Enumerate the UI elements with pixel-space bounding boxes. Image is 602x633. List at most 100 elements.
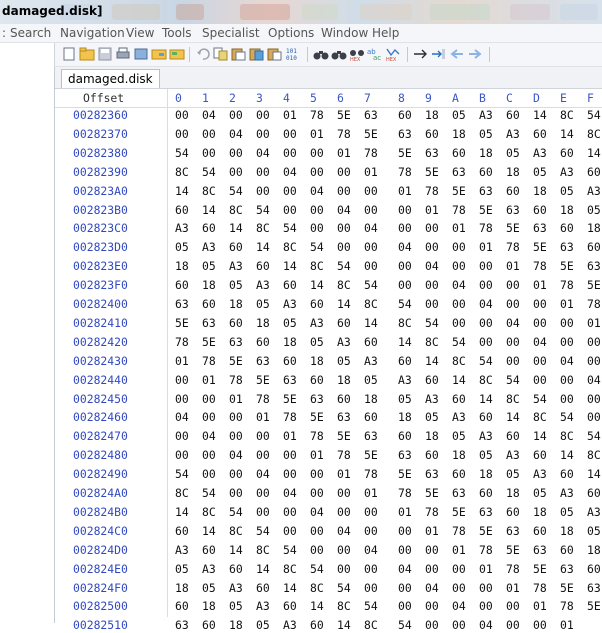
- hex-byte[interactable]: 63: [533, 221, 547, 235]
- hex-byte[interactable]: 78: [256, 392, 270, 406]
- hex-byte[interactable]: 60: [310, 373, 324, 387]
- hex-byte[interactable]: 04: [560, 354, 574, 368]
- hex-byte[interactable]: 00: [283, 524, 297, 538]
- hex-byte[interactable]: 14: [256, 240, 270, 254]
- hex-byte[interactable]: 60: [256, 259, 270, 273]
- hex-byte[interactable]: 8C: [202, 184, 216, 198]
- hex-row[interactable]: 00282360 00 04 00 00 01 78 5E 63 60 18 05 A3 60 14 8C 54: [55, 108, 602, 123]
- hex-byte[interactable]: 14: [587, 146, 601, 160]
- hex-byte[interactable]: 14: [452, 373, 466, 387]
- hex-byte[interactable]: 5E: [425, 486, 439, 500]
- hex-byte[interactable]: 60: [202, 221, 216, 235]
- hex-byte[interactable]: 14: [533, 108, 547, 122]
- hex-byte[interactable]: 63: [560, 562, 574, 576]
- hex-byte[interactable]: 00: [364, 203, 378, 217]
- hex-byte[interactable]: 05: [202, 581, 216, 595]
- menu-options[interactable]: Options: [268, 26, 314, 40]
- hex-row[interactable]: 00282500 60 18 05 A3 60 14 8C 54 00 00 04 00 00 01 78 5E: [55, 599, 602, 614]
- hex-byte[interactable]: 54: [175, 467, 189, 481]
- hex-byte[interactable]: 00: [310, 203, 324, 217]
- hex-byte[interactable]: 01: [560, 297, 574, 311]
- hex-byte[interactable]: 00: [202, 410, 216, 424]
- hex-byte[interactable]: 00: [229, 165, 243, 179]
- hex-byte[interactable]: 8C: [229, 524, 243, 538]
- hex-byte[interactable]: 54: [398, 297, 412, 311]
- hex-byte[interactable]: 14: [560, 127, 574, 141]
- hex-byte[interactable]: A3: [560, 165, 574, 179]
- hex-byte[interactable]: 78: [452, 524, 466, 538]
- hex-byte[interactable]: 8C: [310, 259, 324, 273]
- hex-byte[interactable]: 14: [533, 429, 547, 443]
- hex-byte[interactable]: 00: [533, 354, 547, 368]
- hex-byte[interactable]: 05: [398, 392, 412, 406]
- hex-byte[interactable]: 60: [175, 203, 189, 217]
- save-icon[interactable]: [97, 46, 113, 62]
- hex-byte[interactable]: 01: [452, 543, 466, 557]
- hex-byte[interactable]: 5E: [364, 127, 378, 141]
- open-disk-icon[interactable]: [169, 46, 185, 62]
- hex-byte[interactable]: 60: [560, 146, 574, 160]
- hex-byte[interactable]: 00: [587, 392, 601, 406]
- hex-byte[interactable]: 01: [425, 524, 439, 538]
- hex-byte[interactable]: 04: [202, 429, 216, 443]
- hex-byte[interactable]: 63: [175, 297, 189, 311]
- hex-byte[interactable]: 8C: [202, 505, 216, 519]
- hex-byte[interactable]: 14: [175, 184, 189, 198]
- hex-byte[interactable]: 00: [337, 543, 351, 557]
- hex-byte[interactable]: 14: [202, 524, 216, 538]
- hex-byte[interactable]: 05: [229, 278, 243, 292]
- hex-byte[interactable]: 60: [506, 429, 520, 443]
- hex-byte[interactable]: 5E: [506, 221, 520, 235]
- hex-byte[interactable]: 18: [479, 467, 493, 481]
- print-icon[interactable]: [115, 46, 131, 62]
- hex-byte[interactable]: 60: [256, 335, 270, 349]
- hex-byte[interactable]: 14: [229, 221, 243, 235]
- hex-byte[interactable]: 54: [560, 410, 574, 424]
- hex-byte[interactable]: 04: [364, 221, 378, 235]
- hex-byte[interactable]: 54: [202, 486, 216, 500]
- menu-search[interactable]: Search: [10, 26, 51, 40]
- hex-byte[interactable]: 18: [256, 316, 270, 330]
- hex-byte[interactable]: 78: [364, 146, 378, 160]
- hex-byte[interactable]: 01: [398, 184, 412, 198]
- hex-byte[interactable]: 78: [479, 543, 493, 557]
- hex-byte[interactable]: 04: [452, 278, 466, 292]
- menu-specialist[interactable]: Specialist: [202, 26, 260, 40]
- hex-byte[interactable]: 8C: [283, 562, 297, 576]
- hex-byte[interactable]: 18: [229, 297, 243, 311]
- hex-byte[interactable]: 78: [398, 165, 412, 179]
- hex-byte[interactable]: 00: [506, 278, 520, 292]
- hex-byte[interactable]: 00: [425, 297, 439, 311]
- hex-byte[interactable]: 54: [364, 278, 378, 292]
- hex-row[interactable]: 00282480 00 00 04 00 00 01 78 5E 63 60 18 05 A3 60 14 8C: [55, 448, 602, 463]
- hex-byte[interactable]: 78: [479, 221, 493, 235]
- hex-byte[interactable]: 00: [398, 203, 412, 217]
- hex-byte[interactable]: 14: [256, 562, 270, 576]
- hex-byte[interactable]: 04: [364, 543, 378, 557]
- hex-byte[interactable]: 14: [479, 392, 493, 406]
- hex-byte[interactable]: 05: [175, 240, 189, 254]
- hex-byte[interactable]: 63: [175, 618, 189, 632]
- menu-navigation[interactable]: Navigation: [60, 26, 125, 40]
- hex-byte[interactable]: A3: [533, 467, 547, 481]
- hex-byte[interactable]: 54: [452, 335, 466, 349]
- hex-byte[interactable]: 00: [560, 316, 574, 330]
- hex-byte[interactable]: 14: [310, 278, 324, 292]
- hex-row[interactable]: 00282380 54 00 00 04 00 00 01 78 5E 63 60 18 05 A3 60 14: [55, 146, 602, 161]
- hex-byte[interactable]: 04: [425, 259, 439, 273]
- hex-byte[interactable]: A3: [506, 448, 520, 462]
- hex-byte[interactable]: 04: [283, 165, 297, 179]
- hex-byte[interactable]: 01: [337, 467, 351, 481]
- hex-byte[interactable]: 04: [337, 524, 351, 538]
- hex-byte[interactable]: 78: [425, 505, 439, 519]
- hex-byte[interactable]: 60: [506, 505, 520, 519]
- hex-byte[interactable]: 00: [452, 581, 466, 595]
- hex-byte[interactable]: 00: [229, 429, 243, 443]
- hex-byte[interactable]: 04: [229, 127, 243, 141]
- hex-byte[interactable]: 78: [175, 335, 189, 349]
- hex-row[interactable]: 002824B0 14 8C 54 00 00 04 00 00 01 78 5E 63 60 18 05 A3: [55, 505, 602, 520]
- hex-row[interactable]: 002824D0 A3 60 14 8C 54 00 00 04 00 00 01 78 5E 63 60 18: [55, 543, 602, 558]
- hex-byte[interactable]: 05: [506, 467, 520, 481]
- hex-byte[interactable]: 00: [479, 599, 493, 613]
- hex-byte[interactable]: 00: [256, 505, 270, 519]
